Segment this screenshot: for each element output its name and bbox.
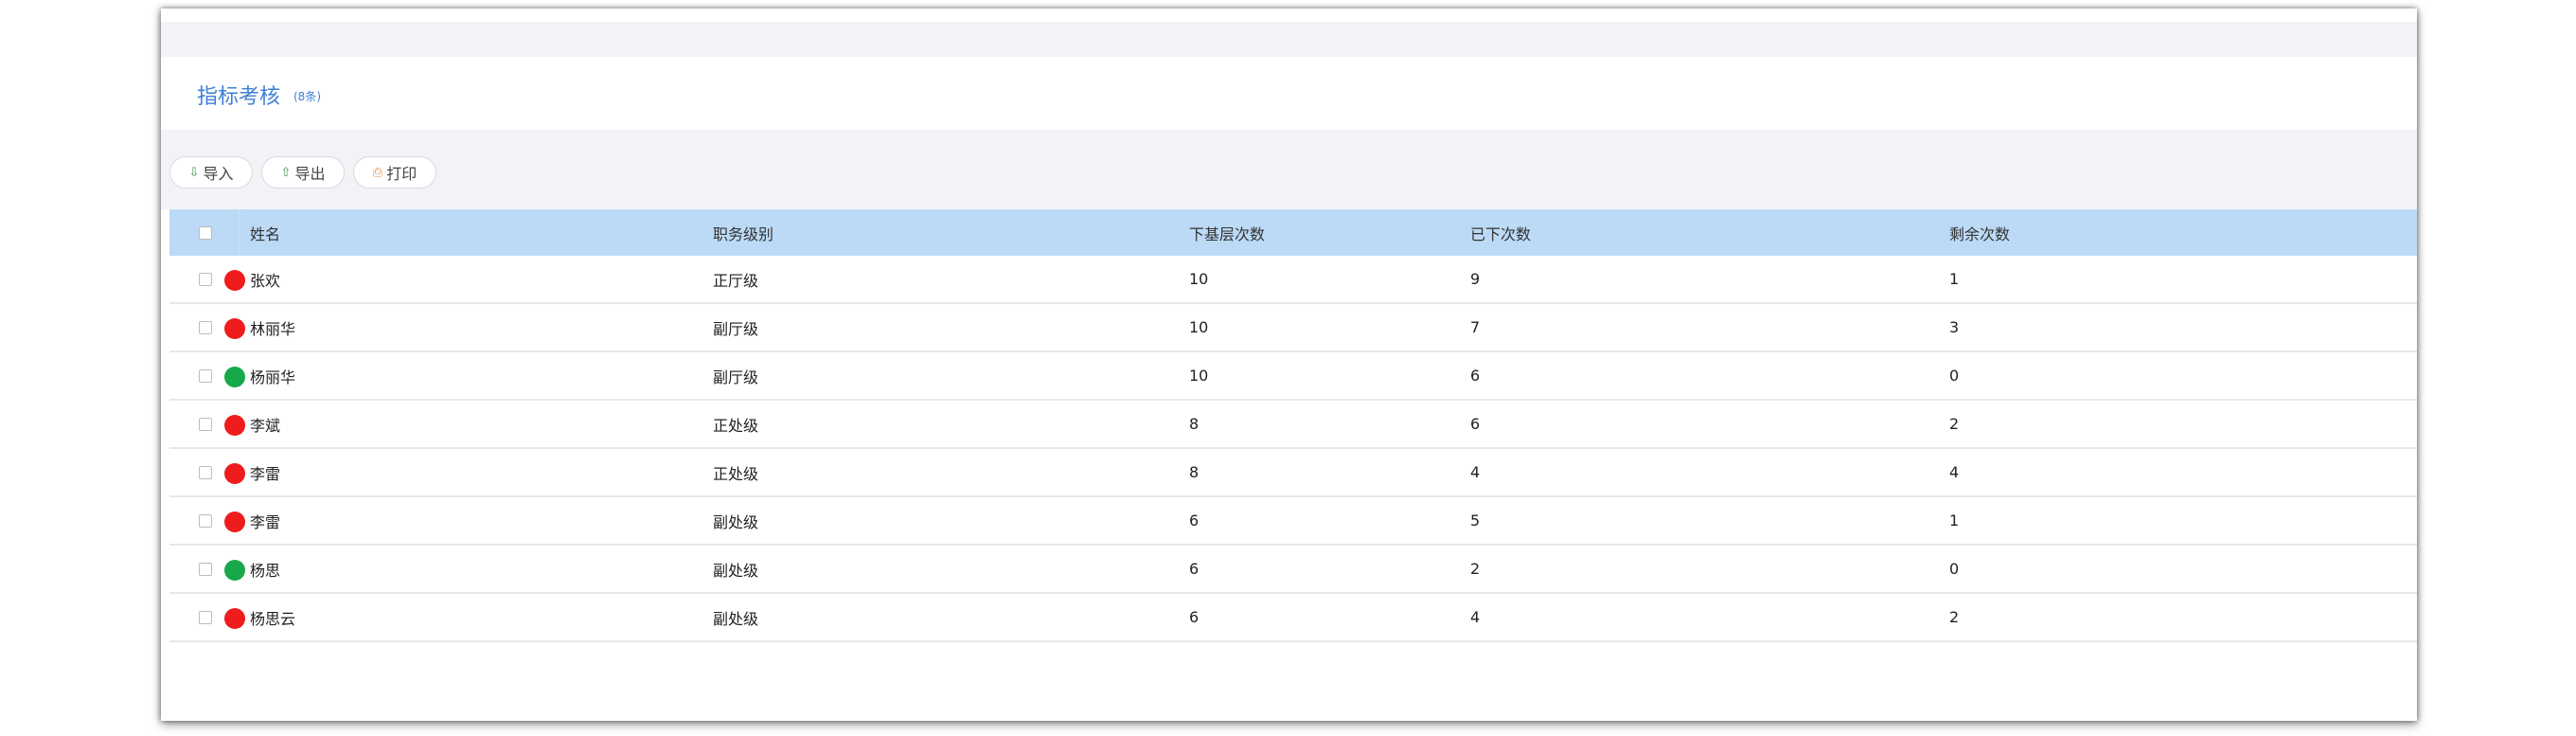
cell-remaining: 3 — [1949, 318, 1960, 336]
export-icon: ⇧ — [280, 165, 292, 180]
cell-required: 6 — [1189, 512, 1199, 530]
top-strip — [161, 22, 2417, 57]
export-button[interactable]: ⇧ 导出 — [261, 156, 345, 188]
cell-level: 正处级 — [713, 464, 759, 483]
import-button[interactable]: ⇩ 导入 — [169, 156, 253, 188]
cell-level: 正处级 — [713, 416, 759, 435]
cell-done: 4 — [1470, 608, 1481, 626]
cell-required: 6 — [1189, 608, 1199, 626]
status-indicator-green — [224, 560, 245, 581]
cell-done: 4 — [1470, 463, 1481, 481]
row-checkbox[interactable] — [199, 466, 212, 479]
cell-done: 2 — [1470, 560, 1481, 578]
table-row[interactable]: 李雷 正处级 8 4 4 — [169, 449, 2417, 497]
cell-name: 李雷 — [250, 464, 281, 483]
table-header: 姓名 职务级别 下基层次数 已下次数 剩余次数 — [169, 209, 2417, 256]
cell-required: 6 — [1189, 560, 1199, 578]
cell-name: 杨思 — [250, 561, 281, 580]
table-row[interactable]: 林丽华 副厅级 10 7 3 — [169, 304, 2417, 352]
row-checkbox[interactable] — [199, 514, 212, 528]
title-bar: 指标考核 (8条) — [161, 57, 2417, 130]
cell-required: 10 — [1189, 367, 1209, 385]
column-header-remaining[interactable]: 剩余次数 — [1949, 209, 2010, 256]
column-header-required[interactable]: 下基层次数 — [1189, 209, 1265, 256]
cell-remaining: 4 — [1949, 463, 1960, 481]
cell-level: 副厅级 — [713, 368, 759, 386]
status-indicator-red — [224, 270, 245, 291]
cell-name: 杨思云 — [250, 609, 296, 628]
table-row[interactable]: 杨思云 副处级 6 4 2 — [169, 594, 2417, 642]
cell-name: 杨丽华 — [250, 368, 296, 386]
record-count: (8条) — [293, 90, 321, 103]
cell-level: 副处级 — [713, 512, 759, 531]
page-title: 指标考核 — [197, 85, 281, 109]
cell-done: 7 — [1470, 318, 1481, 336]
toolbar: ⇩ 导入 ⇧ 导出 ⎙ 打印 — [161, 130, 2417, 209]
cell-name: 李雷 — [250, 512, 281, 531]
status-indicator-red — [224, 415, 245, 436]
status-indicator-red — [224, 512, 245, 532]
cell-name: 李斌 — [250, 416, 281, 435]
assessment-table: 姓名 职务级别 下基层次数 已下次数 剩余次数 张欢 正厅级 10 9 1 林丽华 副厅级 1… — [169, 209, 2417, 642]
export-label: 导出 — [294, 165, 326, 183]
status-indicator-red — [224, 463, 245, 484]
table-row[interactable]: 杨思 副处级 6 2 0 — [169, 546, 2417, 594]
header-divider — [239, 209, 240, 256]
cell-required: 10 — [1189, 318, 1209, 336]
cell-required: 10 — [1189, 270, 1209, 288]
status-indicator-red — [224, 318, 245, 339]
import-label: 导入 — [203, 165, 234, 183]
cell-required: 8 — [1189, 415, 1199, 433]
row-checkbox[interactable] — [199, 611, 212, 624]
print-button[interactable]: ⎙ 打印 — [353, 156, 436, 188]
status-indicator-red — [224, 608, 245, 629]
table-row[interactable]: 李斌 正处级 8 6 2 — [169, 401, 2417, 449]
cell-level: 副处级 — [713, 561, 759, 580]
table-row[interactable]: 杨丽华 副厅级 10 6 0 — [169, 352, 2417, 401]
row-checkbox[interactable] — [199, 563, 212, 576]
cell-remaining: 0 — [1949, 560, 1960, 578]
select-all-checkbox[interactable] — [199, 226, 212, 240]
table-row[interactable]: 张欢 正厅级 10 9 1 — [169, 256, 2417, 304]
cell-remaining: 0 — [1949, 367, 1960, 385]
table-body: 张欢 正厅级 10 9 1 林丽华 副厅级 10 7 3 杨丽华 副厅级 10 6 0 李斌 正处级 8 6 2 李雷正… — [169, 256, 2417, 642]
cell-level: 正厅级 — [713, 271, 759, 290]
cell-required: 8 — [1189, 463, 1199, 481]
cell-level: 副厅级 — [713, 319, 759, 338]
cell-remaining: 2 — [1949, 608, 1960, 626]
cell-remaining: 1 — [1949, 270, 1960, 288]
print-icon: ⎙ — [372, 165, 383, 180]
cell-remaining: 2 — [1949, 415, 1960, 433]
cell-level: 副处级 — [713, 609, 759, 628]
row-checkbox[interactable] — [199, 321, 212, 334]
status-indicator-green — [224, 367, 245, 387]
print-label: 打印 — [386, 165, 417, 183]
cell-done: 6 — [1470, 367, 1481, 385]
cell-done: 5 — [1470, 512, 1481, 530]
cell-remaining: 1 — [1949, 512, 1960, 530]
app-window: 指标考核 (8条) ⇩ 导入 ⇧ 导出 ⎙ 打印 姓名 职务级别 下基层次数 已… — [161, 9, 2417, 721]
cell-done: 6 — [1470, 415, 1481, 433]
import-icon: ⇩ — [188, 165, 200, 180]
row-checkbox[interactable] — [199, 418, 212, 431]
cell-name: 林丽华 — [250, 319, 296, 338]
column-header-level[interactable]: 职务级别 — [713, 209, 773, 256]
column-header-done[interactable]: 已下次数 — [1470, 209, 1531, 256]
cell-done: 9 — [1470, 270, 1481, 288]
row-checkbox[interactable] — [199, 273, 212, 286]
row-checkbox[interactable] — [199, 369, 212, 383]
cell-name: 张欢 — [250, 271, 281, 290]
table-row[interactable]: 李雷 副处级 6 5 1 — [169, 497, 2417, 546]
column-header-name[interactable]: 姓名 — [250, 209, 280, 256]
